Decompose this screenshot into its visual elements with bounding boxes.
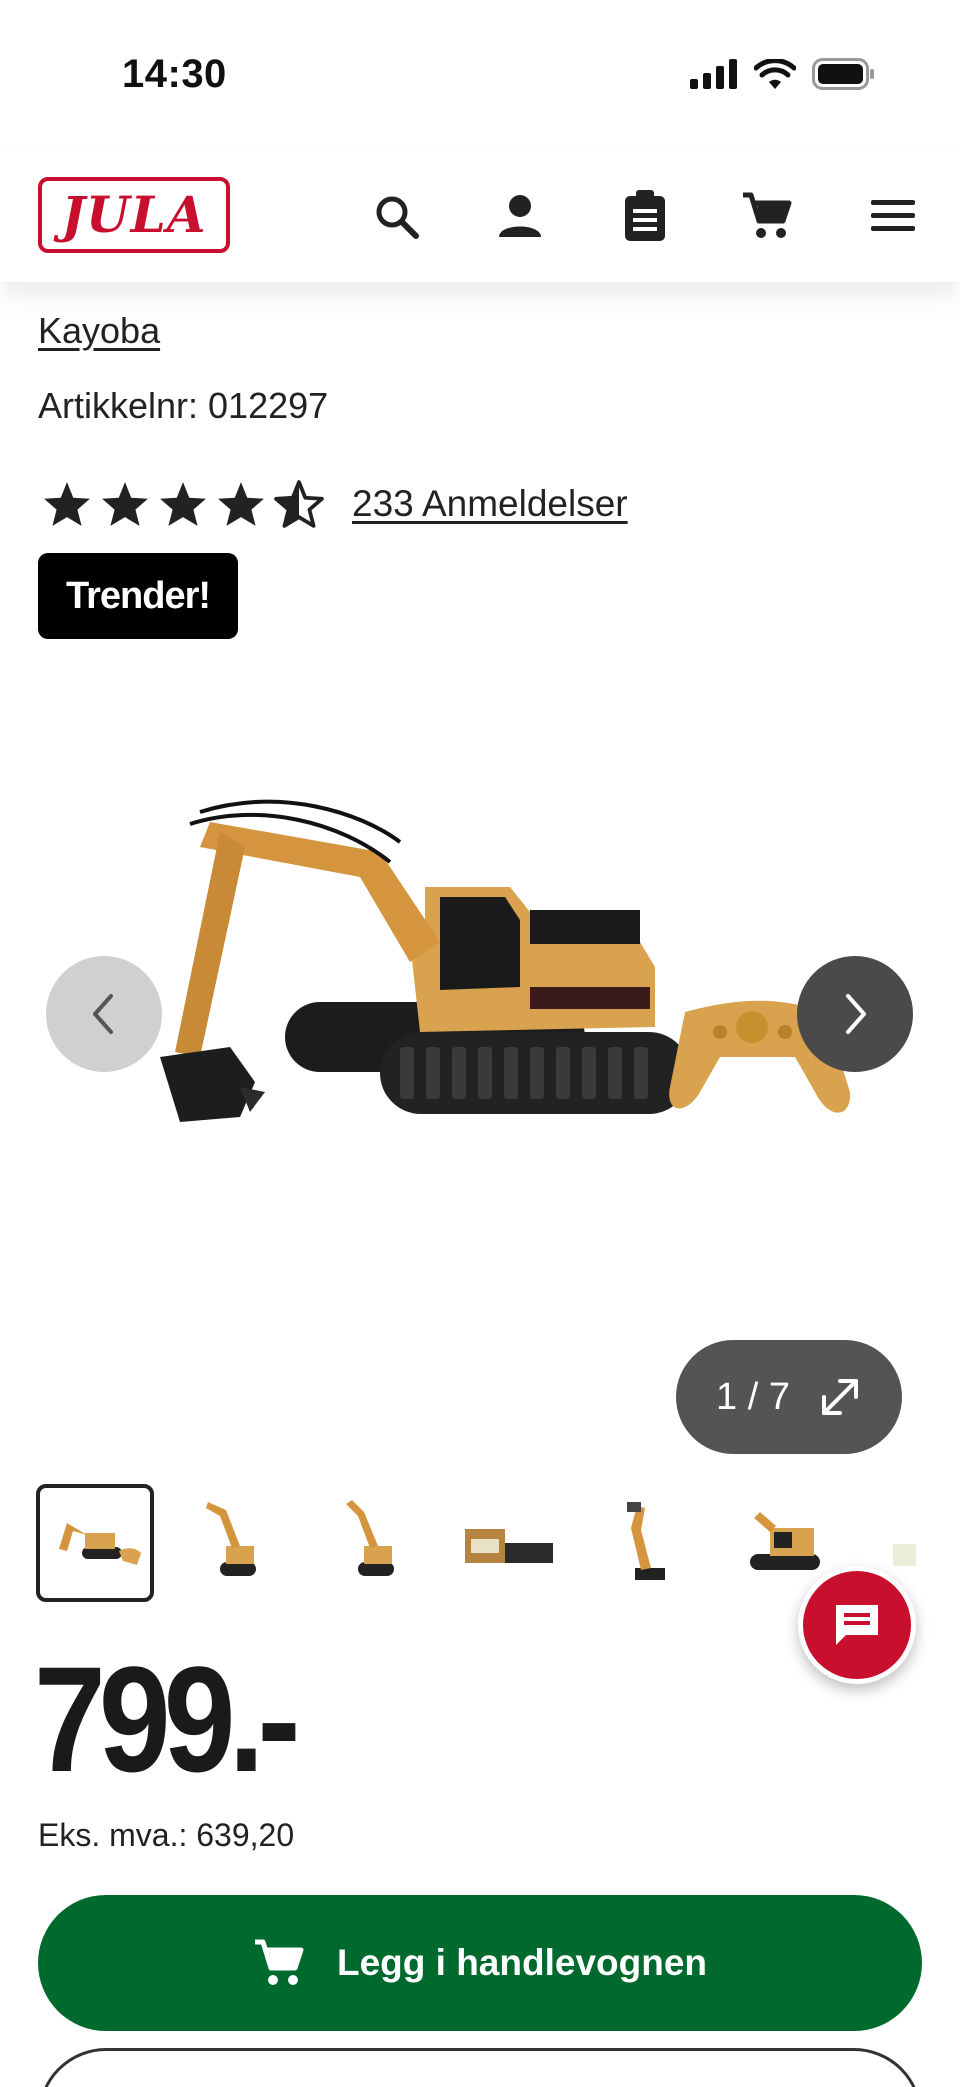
status-bar: 14:30 xyxy=(0,0,960,150)
article-number: Artikkelnr: 012297 xyxy=(38,385,329,426)
price-ex-vat: Eks. mva.: 639,20 xyxy=(38,1817,295,1853)
signal-icon xyxy=(690,59,737,89)
star-half-icon xyxy=(274,480,324,528)
site-header: JULA xyxy=(0,150,960,282)
product-price: 799.- xyxy=(34,1635,301,1803)
thumbnail-strip xyxy=(36,1484,916,1602)
thumbnail-5[interactable] xyxy=(588,1484,706,1602)
product-gallery[interactable]: 1 / 7 xyxy=(0,682,960,1462)
gallery-next-button[interactable] xyxy=(797,956,913,1072)
cart-icon[interactable] xyxy=(739,188,795,244)
chevron-left-icon xyxy=(93,994,113,1034)
add-to-cart-button[interactable]: Legg i handlevognen xyxy=(38,1895,922,2031)
reviews-link[interactable]: 233 Anmeldelser xyxy=(352,483,628,525)
cart-icon xyxy=(254,1939,304,1985)
star-full-icon xyxy=(218,482,264,526)
clipboard-icon[interactable] xyxy=(617,188,673,244)
gallery-counter-fullscreen-button[interactable]: 1 / 7 xyxy=(676,1340,902,1454)
status-icons xyxy=(690,58,876,90)
status-time: 14:30 xyxy=(122,52,227,96)
star-full-icon xyxy=(102,482,148,526)
trend-badge: Trender! xyxy=(38,553,239,639)
thumbnail-1[interactable] xyxy=(36,1484,154,1602)
wifi-icon xyxy=(754,59,796,89)
thumbnail-4[interactable] xyxy=(450,1484,568,1602)
thumbnail-2[interactable] xyxy=(174,1484,292,1602)
jula-logo[interactable]: JULA xyxy=(38,177,230,253)
expand-icon xyxy=(821,1379,858,1415)
account-icon[interactable] xyxy=(492,188,548,244)
search-icon[interactable] xyxy=(368,188,424,244)
gallery-prev-button[interactable] xyxy=(46,956,162,1072)
thumbnail-3[interactable] xyxy=(312,1484,430,1602)
chat-icon xyxy=(836,1605,878,1645)
logo-text: JULA xyxy=(61,185,207,244)
chat-button[interactable] xyxy=(798,1566,916,1684)
star-full-icon xyxy=(44,482,90,526)
secondary-action-button[interactable] xyxy=(38,2048,922,2087)
rating-stars xyxy=(42,480,324,528)
menu-icon[interactable] xyxy=(865,188,921,244)
product-image[interactable] xyxy=(80,792,880,1232)
add-to-cart-label: Legg i handlevognen xyxy=(336,1942,708,1983)
star-full-icon xyxy=(160,482,206,526)
brand-link[interactable]: Kayoba xyxy=(38,310,160,352)
battery-icon xyxy=(812,58,874,90)
product-rating: 233 Anmeldelser xyxy=(42,480,628,528)
gallery-counter: 1 / 7 xyxy=(716,1375,790,1418)
chevron-right-icon xyxy=(846,994,866,1034)
